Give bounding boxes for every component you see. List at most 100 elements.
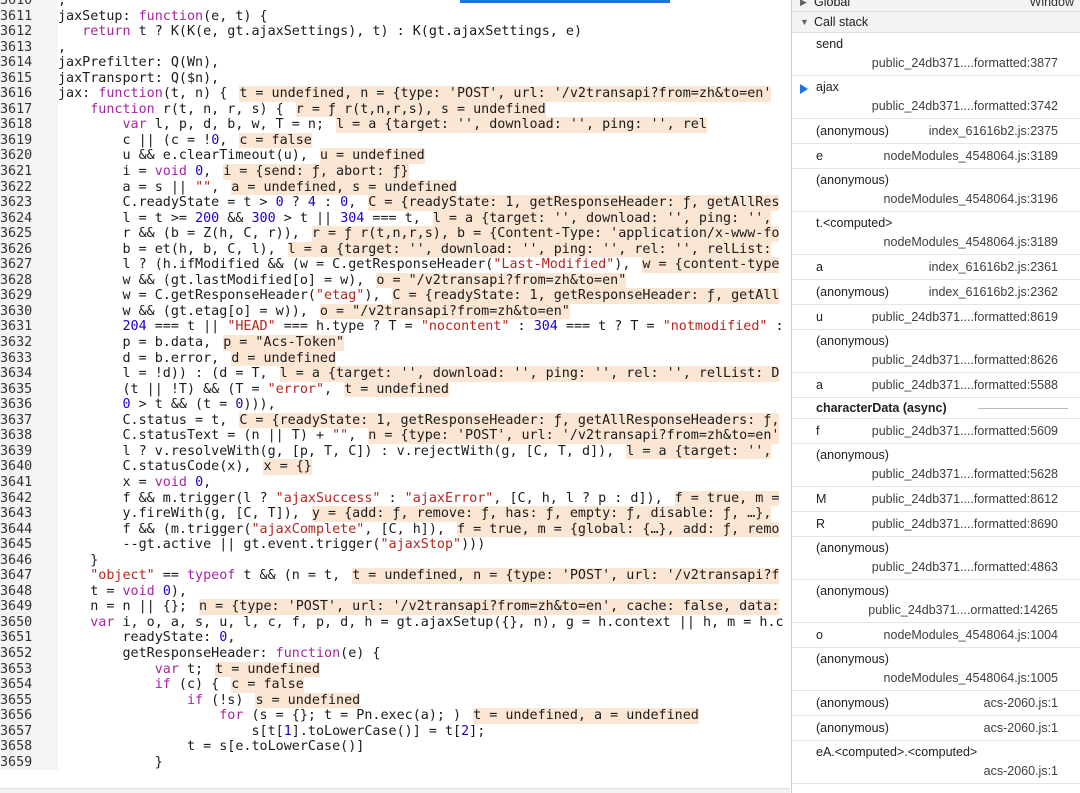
line-number[interactable]: 3635 xyxy=(0,381,58,398)
line-number[interactable]: 3630 xyxy=(0,303,58,320)
code-line[interactable]: 3638 C.statusText = (n || T) + "", n = {t… xyxy=(0,428,790,444)
call-frame[interactable]: ajax public_24db371....formatted:3742 xyxy=(792,76,1080,119)
code-line[interactable]: 3654 if (c) {c = false xyxy=(0,677,790,693)
line-number[interactable]: 3626 xyxy=(0,241,58,258)
frame-location-link[interactable]: nodeModules_4548064.js:3189 xyxy=(884,149,1058,163)
frame-location-link[interactable]: nodeModules_4548064.js:1005 xyxy=(884,671,1058,685)
line-number[interactable]: 3646 xyxy=(0,552,58,569)
frame-location-link[interactable]: nodeModules_4548064.js:1004 xyxy=(884,628,1058,642)
code-line[interactable]: 3650 var i, o, a, s, u, l, c, f, p, d, h… xyxy=(0,614,790,631)
code-line[interactable]: 3658 t = s[e.toLowerCase()] xyxy=(0,739,790,755)
line-number[interactable]: 3621 xyxy=(0,164,58,180)
code-line[interactable]: 3615 jaxTransport: Q($n), xyxy=(0,70,790,87)
frame-location-link[interactable]: public_24db371....formatted:5609 xyxy=(872,424,1058,438)
call-frame[interactable]: f public_24db371....formatted:5609 xyxy=(792,419,1080,444)
line-number[interactable]: 3642 xyxy=(0,490,58,507)
code-line[interactable]: 3612 return t ? K(K(e, gt.ajaxSettings),… xyxy=(0,24,790,40)
code-line[interactable]: 3643 y.fireWith(g, [C, T]), y = {add: ƒ, … xyxy=(0,506,790,522)
code-line[interactable]: 3652 getResponseHeader: function(e) { xyxy=(0,645,790,662)
code-line[interactable]: 3642 f && m.trigger(l ? "ajaxSuccess" : … xyxy=(0,490,790,507)
call-frame[interactable]: u public_24db371....formatted:8619 xyxy=(792,305,1080,330)
call-frame[interactable]: (anonymous) public_24db371....ormatted:14… xyxy=(792,580,1080,623)
line-number[interactable]: 3654 xyxy=(0,677,58,693)
code-line[interactable]: 3620 u && e.clearTimeout(u), u = undefine… xyxy=(0,148,790,165)
line-number[interactable]: 3637 xyxy=(0,412,58,429)
code-line[interactable]: 3635 (t || !T) && (T = "error", t = undef… xyxy=(0,381,790,398)
call-frame[interactable]: a index_61616b2.js:2361 xyxy=(792,255,1080,280)
frame-location-link[interactable]: acs-2060.js:1 xyxy=(984,721,1058,735)
call-frame[interactable]: Mpublic_24db371....formatted:8612 xyxy=(792,487,1080,512)
line-number[interactable]: 3656 xyxy=(0,708,58,724)
code-line[interactable]: 3627 l ? (h.ifModified && (w = C.getResp… xyxy=(0,257,790,273)
scope-global-row[interactable]: ▶ Global Window xyxy=(792,0,1080,12)
call-frame[interactable]: (anonymous) acs-2060.js:1 xyxy=(792,716,1080,741)
frame-location-link[interactable]: public_24db371....ormatted:14265 xyxy=(868,603,1058,617)
frame-location-link[interactable]: public_24db371....formatted:3877 xyxy=(872,56,1058,70)
frame-location-link[interactable]: public_24db371....formatted:4863 xyxy=(872,560,1058,574)
line-number[interactable]: 3618 xyxy=(0,117,58,133)
frame-location-link[interactable]: acs-2060.js:1 xyxy=(984,696,1058,710)
code-line[interactable]: 3637 C.status = t, C = {readyState: 1, ge… xyxy=(0,412,790,429)
frame-location-link[interactable]: public_24db371....formatted:8690 xyxy=(872,517,1058,531)
line-number[interactable]: 3611 xyxy=(0,8,58,25)
line-number[interactable]: 3631 xyxy=(0,319,58,336)
call-stack-header[interactable]: ▼ Call stack xyxy=(792,12,1080,33)
line-number[interactable]: 3657 xyxy=(0,723,58,740)
code-line[interactable]: 3625 r && (b = Z(h, C, r)), r = ƒ r(t,n,r… xyxy=(0,226,790,242)
line-number[interactable]: 3639 xyxy=(0,443,58,460)
code-line[interactable]: 3626 b = et(h, b, C, l), l = a {target: '… xyxy=(0,241,790,258)
code-line[interactable]: 3611 jaxSetup: function(e, t) { xyxy=(0,8,790,25)
code-line[interactable]: 3653 var t; t = undefined xyxy=(0,661,790,678)
line-number[interactable]: 3624 xyxy=(0,210,58,227)
line-number[interactable]: 3614 xyxy=(0,55,58,71)
line-number[interactable]: 3610 xyxy=(0,0,58,9)
call-frame[interactable]: send public_24db371....formatted:3877 xyxy=(792,33,1080,76)
line-number[interactable]: 3650 xyxy=(0,614,58,631)
line-number[interactable]: 3655 xyxy=(0,692,58,709)
code-line[interactable]: 3629 w = C.getResponseHeader("etag"), C =… xyxy=(0,288,790,304)
call-frame[interactable]: (anonymous) public_24db371....formatted:5… xyxy=(792,444,1080,487)
frame-location-link[interactable]: public_24db371....formatted:3742 xyxy=(872,99,1058,113)
code-line[interactable]: 3645 --gt.active || gt.event.trigger("aj… xyxy=(0,537,790,553)
code-line[interactable]: 3636 0 > t && (t = 0))), xyxy=(0,397,790,413)
code-line[interactable]: 3648 t = void 0), xyxy=(0,583,790,600)
line-number[interactable]: 3651 xyxy=(0,630,58,646)
line-number[interactable]: 3649 xyxy=(0,599,58,615)
code-line[interactable]: 3622 a = s || "", a = undefined, s = unde… xyxy=(0,179,790,196)
code-line[interactable]: 3630 w && (gt.etag[o] = w)), o = "/v2tran… xyxy=(0,303,790,320)
code-line[interactable]: 3646 } xyxy=(0,552,790,569)
code-line[interactable]: 3621 i = void 0, i = {send: ƒ, abort: ƒ} xyxy=(0,164,790,180)
line-number[interactable]: 3638 xyxy=(0,428,58,444)
line-number[interactable]: 3616 xyxy=(0,86,58,102)
line-number[interactable]: 3644 xyxy=(0,521,58,538)
code-line[interactable]: 3618 var l, p, d, b, w, T = n; l = a {tar… xyxy=(0,117,790,133)
line-number[interactable]: 3613 xyxy=(0,39,58,56)
frame-location-link[interactable]: index_61616b2.js:2362 xyxy=(929,285,1058,299)
code-line[interactable]: 3639 l ? v.resolveWith(g, [p, T, C]) : v… xyxy=(0,443,790,460)
line-number[interactable]: 3617 xyxy=(0,101,58,118)
line-number[interactable]: 3653 xyxy=(0,661,58,678)
frame-location-link[interactable]: nodeModules_4548064.js:3189 xyxy=(884,235,1058,249)
code-line[interactable]: 3640 C.statusCode(x), x = {} xyxy=(0,459,790,475)
code-line[interactable]: 3623 C.readyState = t > 0 ? 4 : 0, C = {r… xyxy=(0,195,790,211)
line-number[interactable]: 3627 xyxy=(0,257,58,273)
code-line[interactable]: 3610, xyxy=(0,0,790,9)
call-frame[interactable]: eA.<computed>.<computed> acs-2060.js:1 xyxy=(792,741,1080,784)
line-number[interactable]: 3648 xyxy=(0,583,58,600)
call-frame[interactable]: (anonymous) public_24db371....formatted:8… xyxy=(792,330,1080,373)
line-number[interactable]: 3615 xyxy=(0,70,58,87)
code-line[interactable]: 3651 readyState: 0, xyxy=(0,630,790,646)
line-number[interactable]: 3623 xyxy=(0,195,58,211)
code-line[interactable]: 3631 204 === t || "HEAD" === h.type ? T … xyxy=(0,319,790,336)
line-number[interactable]: 3620 xyxy=(0,148,58,165)
code-line[interactable]: 3656 for (s = {}; t = Pn.exec(a); ) t = u… xyxy=(0,708,790,724)
call-frame[interactable]: (anonymous) nodeModules_4548064.js:3196 xyxy=(792,169,1080,212)
code-line[interactable]: 3614 jaxPrefilter: Q(Wn), xyxy=(0,55,790,71)
line-number[interactable]: 3622 xyxy=(0,179,58,196)
call-frame[interactable]: e nodeModules_4548064.js:3189 xyxy=(792,144,1080,169)
call-frame[interactable]: a public_24db371....formatted:5588 xyxy=(792,373,1080,398)
line-number[interactable]: 3647 xyxy=(0,568,58,584)
line-number[interactable]: 3636 xyxy=(0,397,58,413)
line-number[interactable]: 3643 xyxy=(0,506,58,522)
line-number[interactable]: 3628 xyxy=(0,272,58,289)
